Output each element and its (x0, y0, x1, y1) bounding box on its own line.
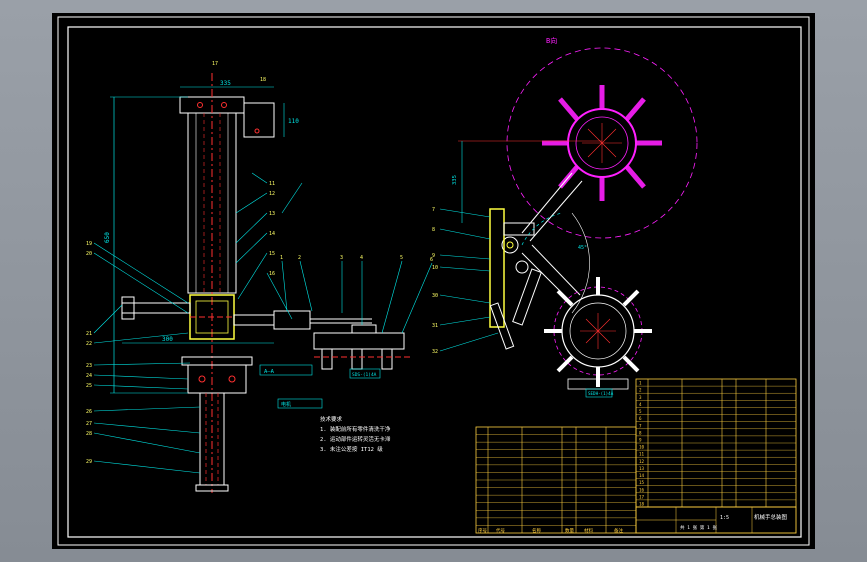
ref-label: SEDH-(1)4A (588, 391, 614, 396)
bom-row-number: 2 (639, 388, 642, 393)
bom-row-number: 4 (639, 402, 642, 407)
drawing-scale: 1:5 (720, 515, 729, 521)
base-plate (181, 356, 253, 366)
callout: 29 (86, 459, 92, 465)
callout: 12 (269, 191, 275, 197)
bom-header: 备注 (614, 527, 623, 534)
dimension-arm: 300 (162, 336, 173, 343)
outer-border (57, 16, 810, 546)
section-label: A—A (264, 369, 275, 375)
view-label: B向 (546, 36, 557, 45)
bom-header: 材料 (584, 527, 593, 534)
dimension-vertical: 335 (452, 175, 458, 185)
bom-header: 名称 (532, 527, 541, 534)
bom-row-number: 7 (639, 423, 642, 428)
note-line: 2. 运动部件运转灵活无卡滞 (320, 435, 391, 443)
assembly-drawing: 650 335 110 300 19 20 21 22 23 24 25 26 … (57, 16, 810, 546)
dimension-bracket: 110 (288, 118, 299, 125)
callout: 26 (86, 409, 92, 415)
note-line: 3. 未注公差按 IT12 级 (320, 445, 383, 453)
callout: 20 (86, 251, 92, 257)
callout: 31 (432, 323, 438, 329)
bom-row-number: 12 (639, 459, 645, 464)
bom-row-number: 3 (639, 395, 642, 400)
bom-row-number: 11 (639, 452, 645, 457)
bom-header: 数量 (565, 527, 574, 534)
callout: 24 (86, 373, 92, 379)
note-line: 1. 装配前所有零件清洗干净 (320, 425, 391, 433)
callout: 18 (260, 77, 266, 83)
cad-viewer-background: 650 335 110 300 19 20 21 22 23 24 25 26 … (0, 0, 867, 562)
technical-requirements: 技术要求 1. 装配前所有零件清洗干净 2. 运动部件运转灵活无卡滞 3. 未注… (320, 415, 391, 453)
title-block: 机械手总装图 1:5 共 1 张 第 1 张 (635, 506, 797, 534)
callout: 23 (86, 363, 92, 369)
callout: 2 (298, 255, 301, 261)
bom-row-number: 6 (639, 416, 642, 421)
bom-table-left: 序号 代号 名称 数量 材料 备注 (475, 426, 637, 534)
drawing-title: 机械手总装图 (754, 513, 788, 521)
notes-title: 技术要求 (320, 415, 343, 423)
callout: 3 (340, 255, 343, 261)
base-label: SDS-(1)4A (352, 372, 377, 378)
dimension-height: 650 (104, 232, 111, 243)
callout: 14 (269, 231, 275, 237)
bom-row-number: 8 (639, 430, 642, 435)
bom-table-right (635, 378, 797, 508)
callout: 15 (269, 251, 275, 257)
callout: 25 (86, 383, 92, 389)
dimension-top-width: 335 (220, 80, 231, 87)
callout: 13 (269, 211, 275, 217)
callout: 19 (86, 241, 92, 247)
bom-row-number: 15 (639, 480, 645, 485)
callout: 9 (432, 253, 435, 259)
callout: 5 (400, 255, 403, 261)
bom-row-number: 13 (639, 466, 645, 471)
bom-row-number: 10 (639, 445, 645, 450)
dimension-angle: 45° (578, 245, 587, 251)
inner-border (67, 26, 802, 538)
bom-row-number: 17 (639, 494, 645, 499)
bom-row-number: 16 (639, 487, 645, 492)
callout: 16 (269, 271, 275, 277)
callout: 4 (360, 255, 363, 261)
callout: 8 (432, 227, 435, 233)
gripper-base (313, 332, 405, 350)
callout: 11 (269, 181, 275, 187)
bom-row-number: 18 (639, 502, 645, 507)
callout: 1 (280, 255, 283, 261)
drawing-sheet[interactable]: 650 335 110 300 19 20 21 22 23 24 25 26 … (52, 13, 815, 549)
base-block (187, 364, 247, 394)
callout: 28 (86, 431, 92, 437)
bom-row-number: 5 (639, 409, 642, 414)
bom-header: 代号 (496, 527, 505, 534)
bom-header: 序号 (478, 527, 487, 534)
callout: 21 (86, 331, 92, 337)
b-view: B向 335 45° SEDH-(1)4A 7 8 9 10 30 31 32 (432, 36, 698, 398)
lift-cylinder (199, 392, 225, 486)
right-arm (233, 314, 275, 326)
bom-row-number: 14 (639, 473, 645, 478)
bom-row-number: 1 (639, 381, 642, 386)
callout: 17 (212, 61, 218, 67)
callout: 10 (432, 265, 438, 271)
callout: 30 (432, 293, 438, 299)
callout: 22 (86, 341, 92, 347)
motor-label: 电机 (281, 401, 291, 408)
callout: 7 (432, 207, 435, 213)
sheet-number: 共 1 张 第 1 张 (680, 524, 717, 531)
callout: 32 (432, 349, 438, 355)
bom-row-number: 9 (639, 438, 642, 443)
callout: 27 (86, 421, 92, 427)
